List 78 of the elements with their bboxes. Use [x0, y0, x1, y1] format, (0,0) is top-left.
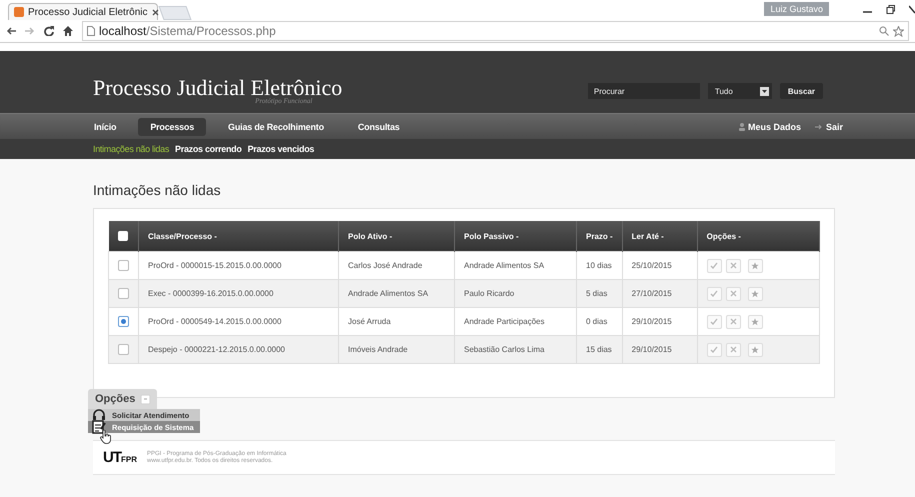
approve-button[interactable]: [706, 258, 722, 272]
table-cell: 15 dias: [576, 336, 622, 364]
url-text: localhost/Sistema/Processos.php: [99, 24, 276, 38]
table-cell: ProOrd - 0000015-15.2015.0.00.0000: [138, 252, 338, 280]
nav-tab[interactable]: Início: [82, 118, 128, 136]
reject-button[interactable]: [726, 342, 741, 356]
favorite-button[interactable]: [748, 314, 763, 328]
subnav-tab[interactable]: Intimações não lidas: [93, 144, 170, 154]
check-icon: [710, 262, 718, 269]
browser-tab[interactable]: Processo Judicial Eletrônic: [8, 3, 158, 20]
nav-link[interactable]: Meus Dados: [738, 122, 801, 132]
nav-tab[interactable]: Guias de Recolhimento: [216, 118, 336, 136]
table-cell: Carlos José Andrade: [338, 252, 454, 280]
page-heading: Intimações não lidas: [93, 182, 222, 198]
column-header[interactable]: Polo Passivo -: [454, 221, 576, 252]
reject-button[interactable]: [726, 258, 741, 272]
table-cell: Exec - 0000399-16.2015.0.00.0000: [138, 280, 338, 308]
check-icon: [710, 290, 718, 297]
table-cell: Imóveis Andrade: [338, 336, 454, 364]
star-icon: [751, 318, 760, 326]
approve-button[interactable]: [706, 286, 722, 300]
home-icon[interactable]: [63, 26, 73, 36]
search-button[interactable]: Buscar: [780, 83, 823, 99]
column-header[interactable]: Prazo -: [576, 221, 622, 252]
university-logo: UTFPR: [103, 449, 137, 466]
table-cell: Sebastião Carlos Lima: [454, 336, 576, 364]
nav-link[interactable]: Sair: [814, 122, 843, 132]
subnav-tab[interactable]: Prazos vencidos: [248, 144, 314, 154]
table-cell: 27/10/2015: [622, 280, 698, 308]
table-cell: Paulo Ricardo: [454, 280, 576, 308]
restore-icon[interactable]: [886, 4, 895, 14]
favorite-button[interactable]: [748, 286, 763, 300]
table-cell: Andrade Alimentos SA: [338, 280, 454, 308]
check-icon: [710, 346, 718, 353]
user-badge: Luiz Gustavo: [764, 2, 829, 16]
page-icon: [87, 26, 95, 36]
user-icon: [738, 122, 745, 130]
table-cell: Despejo - 0000221-12.2015.0.00.0000: [138, 336, 338, 364]
table-cell: 5 dias: [576, 280, 622, 308]
table-cell: 29/10/2015: [622, 336, 698, 364]
reload-icon[interactable]: [44, 26, 54, 36]
options-button[interactable]: Opções: [88, 389, 158, 409]
reject-button[interactable]: [726, 314, 741, 328]
favorite-button[interactable]: [748, 258, 763, 272]
nav-tab[interactable]: Consultas: [346, 118, 412, 136]
favicon-icon: [14, 7, 24, 17]
column-header[interactable]: Ler Até -: [622, 221, 698, 252]
check-icon: [710, 318, 718, 325]
row-checkbox[interactable]: [118, 316, 129, 327]
select-all-checkbox[interactable]: [118, 231, 128, 241]
subnav-tab[interactable]: Prazos correndo: [175, 144, 242, 154]
column-header[interactable]: Classe/Processo -: [138, 221, 338, 252]
table-cell: Andrade Alimentos SA: [454, 252, 576, 280]
approve-button[interactable]: [706, 314, 722, 328]
form-icon: [92, 420, 106, 434]
star-icon[interactable]: [893, 26, 904, 36]
headset-icon: [92, 408, 106, 422]
dropdown-icon: [760, 86, 769, 96]
star-icon: [751, 290, 760, 298]
reject-button[interactable]: [726, 286, 741, 300]
star-icon: [751, 262, 760, 270]
address-field[interactable]: localhost/Sistema/Processos.php: [82, 21, 909, 41]
search-field[interactable]: Procurar: [588, 83, 700, 99]
filter-select[interactable]: Tudo: [708, 83, 772, 99]
star-icon: [751, 346, 760, 354]
arrow-icon: [814, 124, 823, 130]
caret-icon: [141, 394, 150, 404]
row-checkbox[interactable]: [118, 260, 129, 271]
row-checkbox[interactable]: [118, 288, 129, 299]
approve-button[interactable]: [706, 342, 722, 356]
column-header[interactable]: Opções -: [697, 221, 820, 252]
nav-tab[interactable]: Processos: [138, 118, 206, 136]
back-icon[interactable]: [6, 27, 16, 35]
favorite-button[interactable]: [748, 342, 763, 356]
row-checkbox[interactable]: [118, 344, 129, 355]
search-icon[interactable]: [879, 26, 889, 36]
column-header[interactable]: Polo Ativo -: [338, 221, 454, 252]
forward-icon[interactable]: [25, 27, 35, 35]
